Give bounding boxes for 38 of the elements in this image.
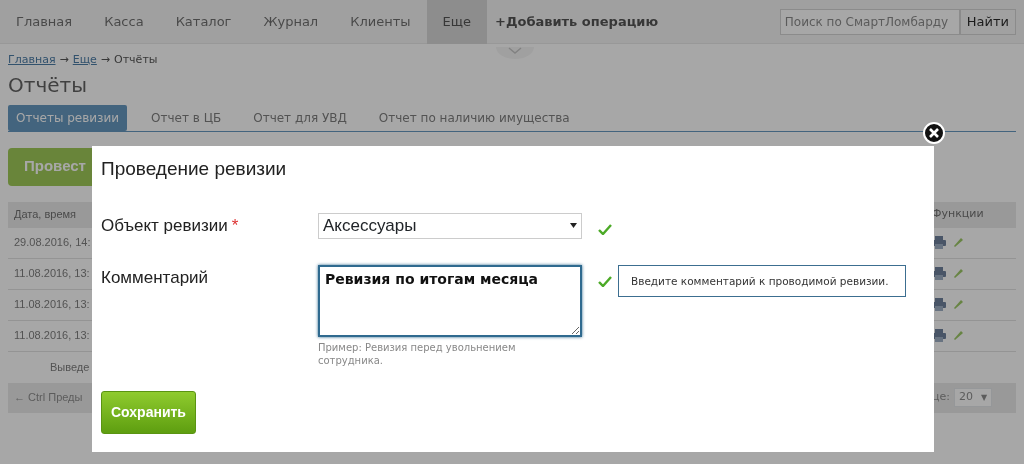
- report-tab[interactable]: Отчет в ЦБ: [143, 104, 230, 131]
- column-header: Дата, время: [14, 207, 77, 223]
- summary-text: Выведе: [50, 359, 90, 375]
- table-cell-text: 11.08.2016, 13:: [14, 328, 90, 344]
- table-cell-text: 11.08.2016, 13:: [14, 266, 90, 282]
- close-icon[interactable]: [923, 120, 945, 142]
- breadcrumb-link[interactable]: Главная: [8, 52, 56, 69]
- nav-link[interactable]: Главная: [0, 0, 89, 44]
- breadcrumb-link[interactable]: Еще: [72, 52, 97, 69]
- nav-link[interactable]: Журнал: [247, 0, 335, 44]
- hint-text: Пример: Ревизия перед увольнением сотрудника.: [318, 340, 517, 367]
- search-field[interactable]: Поиск по СмартЛомбарду: [779, 8, 960, 35]
- field-label: Комментарий: [101, 266, 210, 289]
- report-tab[interactable]: Отчеты ревизии: [8, 104, 128, 131]
- add-operation-link[interactable]: +Добавить операцию: [487, 11, 667, 32]
- object-select[interactable]: Аксессуары: [318, 212, 582, 239]
- tooltip: Введите комментарий к проводимой ревизии.: [618, 264, 906, 298]
- per-page-select[interactable]: 20 ▼: [953, 388, 993, 407]
- comment-field[interactable]: Ревизия по итогам месяца: [318, 264, 582, 337]
- table-cell-text: 11.08.2016, 13:: [14, 297, 90, 313]
- breadcrumb-separator: →: [59, 52, 69, 68]
- breadcrumb-separator: →: [100, 52, 111, 68]
- field-label: Объект ревизии *: [101, 214, 240, 237]
- report-tab[interactable]: Отчет по наличию имущества: [370, 104, 578, 131]
- previous-page-link[interactable]: ← Ctrl Преды: [8, 382, 92, 413]
- save-button[interactable]: Сохранить: [101, 390, 196, 434]
- caret-icon: [570, 223, 577, 229]
- search-button[interactable]: Найти: [959, 8, 1016, 35]
- page-title: Отчёты: [8, 72, 88, 97]
- breadcrumb-current: Отчёты: [114, 52, 158, 68]
- nav-link[interactable]: Клиенты: [334, 0, 427, 44]
- column-header: Функции: [932, 206, 984, 223]
- nav-link[interactable]: Каталог: [159, 0, 248, 44]
- table-cell-text: 29.08.2016, 14:: [14, 235, 91, 251]
- nav-link[interactable]: Еще: [426, 0, 487, 44]
- report-tab[interactable]: Отчет для УВД: [245, 104, 355, 131]
- nav-link[interactable]: Касса: [88, 0, 160, 44]
- dialog-title: Проведение ревизии: [101, 158, 288, 181]
